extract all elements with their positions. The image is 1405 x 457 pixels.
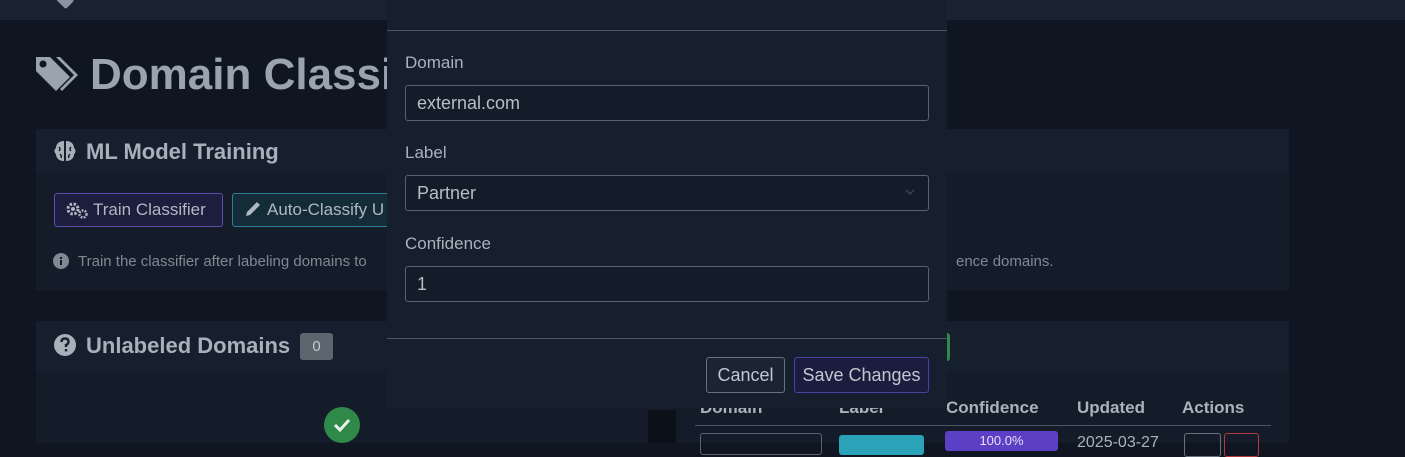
info-icon [53, 253, 69, 269]
auto-classify-button[interactable]: Auto-Classify U [232, 193, 402, 227]
question-circle-icon [54, 334, 76, 356]
domain-field-label: Domain [405, 53, 464, 72]
label-field-label: Label [405, 143, 447, 162]
modal-header-divider [387, 30, 947, 31]
label-select[interactable]: Partner [405, 175, 929, 211]
confidence-value: 100.0% [979, 433, 1024, 448]
train-classifier-button[interactable]: Train Classifier [54, 193, 223, 227]
brain-icon [54, 141, 76, 161]
auto-classify-label: Auto-Classify U [267, 200, 385, 219]
domain-input[interactable]: external.com [405, 85, 929, 121]
confidence-bar: 100.0% [945, 431, 1058, 451]
domain-cell-box[interactable] [700, 433, 822, 455]
ml-training-title: ML Model Training [86, 139, 279, 164]
save-changes-button[interactable]: Save Changes [794, 357, 929, 393]
page-title: Domain Classif [90, 50, 408, 99]
table-header-divider [695, 425, 1271, 426]
chevron-down-icon [905, 189, 915, 196]
unlabeled-domains-title: Unlabeled Domains [86, 333, 291, 358]
training-hint-text: Train the classifier after labeling doma… [78, 253, 367, 270]
train-classifier-label: Train Classifier [93, 200, 206, 219]
tags-icon [36, 57, 78, 91]
label-badge [839, 435, 924, 455]
confidence-input[interactable]: 1 [405, 266, 929, 302]
edit-domain-modal: Domain external.com Label Partner Confid… [387, 0, 947, 408]
brand-logo-icon[interactable] [55, 0, 75, 10]
success-check-icon [324, 407, 360, 443]
cancel-button[interactable]: Cancel [706, 357, 785, 393]
column-header-actions: Actions [1182, 398, 1245, 417]
unlabeled-count-badge: 0 [300, 333, 333, 360]
column-header-updated[interactable]: Updated [1077, 398, 1145, 418]
page-header: Domain Classif [34, 50, 408, 100]
delete-button[interactable] [1224, 433, 1259, 457]
updated-date: 2025-03-27 [1077, 434, 1159, 451]
scroll-shadow [648, 410, 676, 443]
modal-footer-divider [387, 338, 947, 339]
cogs-icon [66, 202, 88, 219]
edit-button[interactable] [1184, 433, 1221, 457]
training-hint-text-end: ence domains. [956, 253, 1054, 270]
label-select-value: Partner [417, 183, 477, 203]
confidence-field-label: Confidence [405, 234, 492, 253]
pencil-icon [246, 202, 260, 216]
column-header-confidence[interactable]: Confidence [946, 398, 1039, 418]
